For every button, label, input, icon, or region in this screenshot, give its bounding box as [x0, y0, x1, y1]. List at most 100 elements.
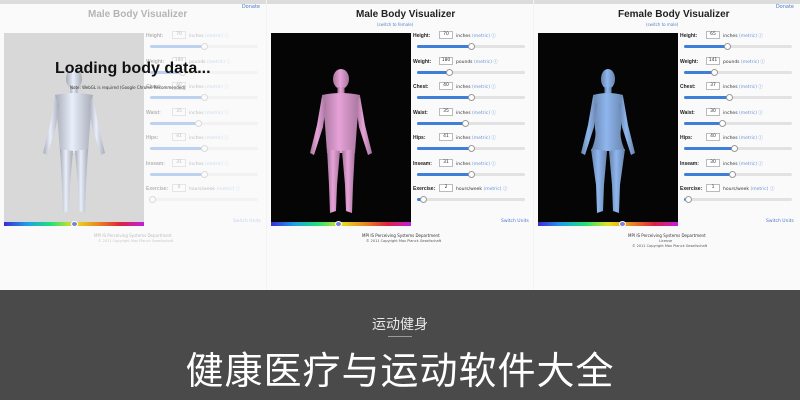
- body-viewport[interactable]: [538, 33, 678, 226]
- measurement-input[interactable]: 2: [439, 184, 453, 192]
- help-icon[interactable]: ⓘ: [223, 34, 229, 39]
- slider-thumb[interactable]: [445, 68, 453, 76]
- measurement-input[interactable]: 30: [706, 158, 720, 167]
- slider-thumb[interactable]: [725, 94, 733, 101]
- measurement-slider[interactable]: [150, 170, 258, 178]
- metric-link[interactable]: (metric): [474, 60, 492, 65]
- help-icon[interactable]: ⓘ: [490, 34, 496, 39]
- measurement-input[interactable]: 35: [172, 107, 186, 116]
- metric-link[interactable]: (metric): [750, 187, 768, 192]
- slider-thumb[interactable]: [148, 196, 156, 203]
- metric-link[interactable]: (metric): [483, 187, 501, 192]
- measurement-input[interactable]: 70: [439, 31, 453, 39]
- measurement-slider[interactable]: [150, 145, 258, 152]
- measurement-slider[interactable]: [417, 94, 525, 101]
- slider-thumb[interactable]: [200, 145, 208, 152]
- help-icon[interactable]: ⓘ: [759, 60, 765, 65]
- measurement-input[interactable]: 37: [706, 82, 720, 90]
- measurement-slider[interactable]: [417, 170, 525, 178]
- measurement-input[interactable]: 41: [439, 133, 453, 141]
- metric-link[interactable]: (metric): [739, 162, 757, 167]
- slider-thumb[interactable]: [200, 170, 208, 178]
- measurement-input[interactable]: 31: [172, 158, 186, 167]
- measurement-slider[interactable]: [150, 94, 258, 101]
- metric-link[interactable]: (metric): [739, 85, 757, 90]
- measurement-slider[interactable]: [150, 119, 258, 127]
- measurement-input[interactable]: 141: [706, 56, 720, 65]
- measurement-input[interactable]: 30: [706, 107, 720, 116]
- measurement-input[interactable]: 31: [439, 158, 453, 167]
- slider-thumb[interactable]: [467, 43, 475, 50]
- measurement-slider[interactable]: [684, 94, 792, 101]
- measurement-input[interactable]: 0: [172, 184, 186, 192]
- metric-link[interactable]: (metric): [739, 111, 757, 116]
- metric-link[interactable]: (metric): [739, 34, 757, 39]
- metric-link[interactable]: (metric): [472, 136, 490, 141]
- measurement-slider[interactable]: [684, 145, 792, 152]
- measurement-input[interactable]: 40: [706, 133, 720, 141]
- metric-link[interactable]: (metric): [472, 85, 490, 90]
- measurement-slider[interactable]: [684, 68, 792, 76]
- slider-thumb[interactable]: [684, 196, 692, 203]
- measurement-input[interactable]: 1: [706, 184, 720, 192]
- metric-link[interactable]: (metric): [739, 136, 757, 141]
- help-icon[interactable]: ⓘ: [757, 162, 763, 167]
- measurement-input[interactable]: 41: [172, 133, 186, 141]
- donate-link[interactable]: Donate: [242, 4, 260, 10]
- measurement-slider[interactable]: [417, 119, 525, 127]
- metric-link[interactable]: (metric): [472, 162, 490, 167]
- help-icon[interactable]: ⓘ: [223, 85, 229, 90]
- measurement-input[interactable]: 35: [439, 107, 453, 116]
- help-icon[interactable]: ⓘ: [757, 136, 763, 141]
- measurement-slider[interactable]: [684, 196, 792, 203]
- measurement-slider[interactable]: [417, 43, 525, 50]
- slider-thumb[interactable]: [710, 68, 718, 76]
- hue-slider-knob[interactable]: [618, 221, 626, 226]
- slider-thumb[interactable]: [731, 145, 739, 152]
- help-icon[interactable]: ⓘ: [490, 136, 496, 141]
- hue-slider-knob[interactable]: [70, 221, 78, 226]
- measurement-slider[interactable]: [417, 145, 525, 152]
- help-icon[interactable]: ⓘ: [501, 187, 508, 192]
- slider-thumb[interactable]: [195, 119, 203, 127]
- slider-thumb[interactable]: [462, 119, 470, 127]
- body-viewport[interactable]: [271, 33, 411, 226]
- help-icon[interactable]: ⓘ: [223, 136, 229, 141]
- slider-thumb[interactable]: [467, 145, 475, 152]
- measurement-slider[interactable]: [148, 196, 258, 203]
- switch-units-link[interactable]: Switch Units: [501, 219, 529, 224]
- help-icon[interactable]: ⓘ: [492, 60, 498, 65]
- switch-to-male-link[interactable]: (switch to male): [646, 22, 678, 27]
- switch-units-link[interactable]: Switch Units: [766, 219, 794, 224]
- slider-thumb[interactable]: [467, 94, 475, 101]
- slider-thumb[interactable]: [723, 43, 731, 50]
- help-icon[interactable]: ⓘ: [757, 34, 763, 39]
- measurement-slider[interactable]: [417, 196, 525, 203]
- slider-thumb[interactable]: [200, 94, 208, 101]
- measurement-input[interactable]: 180: [439, 56, 453, 65]
- slider-thumb[interactable]: [729, 170, 737, 178]
- slider-thumb[interactable]: [719, 119, 727, 127]
- help-icon[interactable]: ⓘ: [490, 85, 496, 90]
- hue-bar[interactable]: [538, 222, 678, 226]
- help-icon[interactable]: ⓘ: [223, 162, 229, 167]
- help-icon[interactable]: ⓘ: [768, 187, 775, 192]
- help-icon[interactable]: ⓘ: [490, 162, 496, 167]
- metric-link[interactable]: (metric): [205, 162, 223, 167]
- license-link[interactable]: License: [659, 239, 672, 243]
- slider-thumb[interactable]: [200, 43, 208, 50]
- help-icon[interactable]: ⓘ: [234, 187, 241, 192]
- metric-link[interactable]: (metric): [205, 111, 223, 116]
- measurement-input[interactable]: 40: [439, 82, 453, 90]
- measurement-input[interactable]: 65: [706, 31, 720, 39]
- measurement-slider[interactable]: [684, 170, 792, 178]
- measurement-input[interactable]: 70: [172, 31, 186, 39]
- measurement-slider[interactable]: [684, 43, 792, 50]
- measurement-slider[interactable]: [417, 68, 525, 76]
- metric-link[interactable]: (metric): [205, 85, 223, 90]
- switch-units-link[interactable]: Switch Units: [233, 219, 261, 224]
- metric-link[interactable]: (metric): [741, 60, 759, 65]
- help-icon[interactable]: ⓘ: [223, 111, 229, 116]
- help-icon[interactable]: ⓘ: [490, 111, 496, 116]
- metric-link[interactable]: (metric): [472, 34, 490, 39]
